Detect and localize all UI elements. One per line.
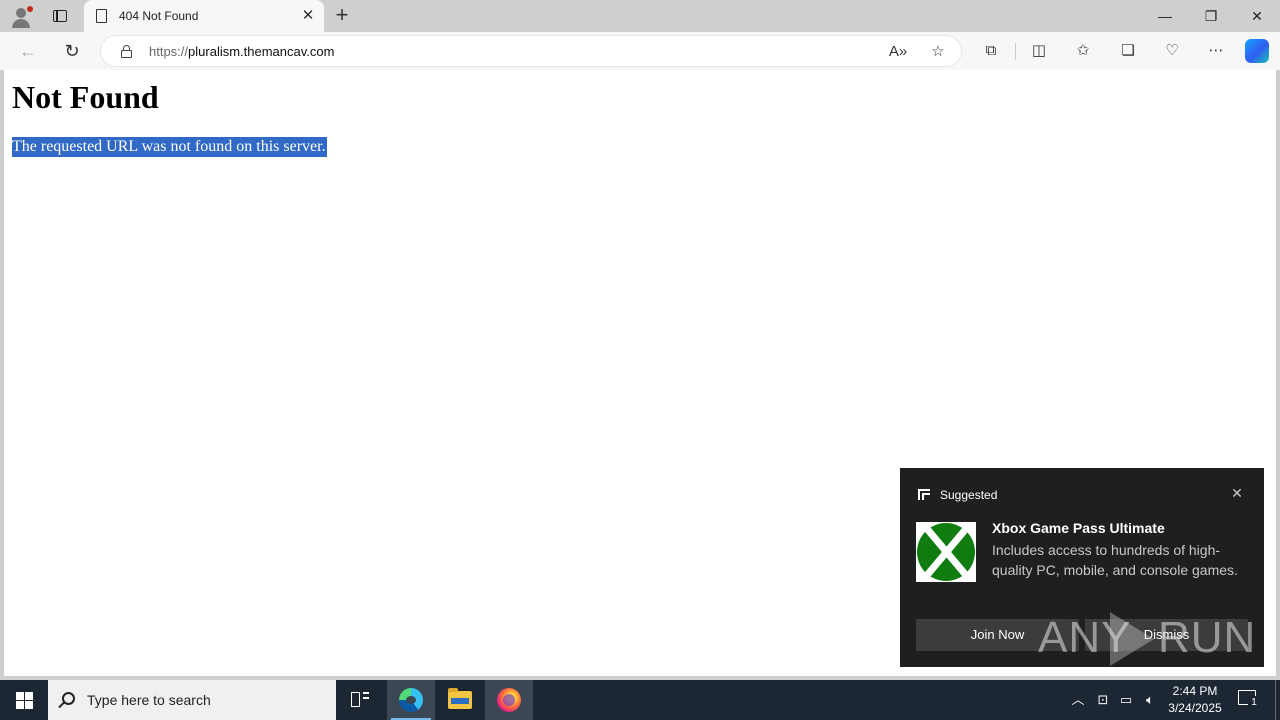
show-hidden-icons-chevron-icon[interactable]: ︿ xyxy=(1068,690,1088,710)
show-desktop-button[interactable] xyxy=(1275,680,1276,720)
system-clock[interactable]: 2:44 PM 3/24/2025 xyxy=(1166,683,1224,717)
url-host: pluralism.themancav.com xyxy=(188,44,335,59)
back-button[interactable]: ← xyxy=(14,37,42,65)
refresh-button[interactable]: ↻ xyxy=(58,37,86,65)
notification-count: 1 xyxy=(1248,696,1260,709)
restore-button[interactable]: ❐ xyxy=(1188,0,1234,32)
profile-body-shape xyxy=(12,19,30,28)
clock-date: 3/24/2025 xyxy=(1168,701,1222,715)
favorite-star-icon[interactable]: ☆ xyxy=(927,41,949,63)
volume-icon[interactable]: 🔈︎ xyxy=(1140,690,1160,710)
address-bar[interactable]: https://pluralism.themancav.com A» ☆ xyxy=(100,35,962,67)
notification-header: Suggested xyxy=(940,488,998,502)
network-icon[interactable]: ▭ xyxy=(1116,690,1136,710)
browser-toolbar: ← ↻ https://pluralism.themancav.com A» ☆… xyxy=(0,32,1280,70)
extensions-icon[interactable]: ⧉ xyxy=(978,38,1004,64)
file-explorer-icon xyxy=(448,688,472,709)
profile-head-shape xyxy=(16,8,26,18)
tab-active[interactable]: 404 Not Found ✕ xyxy=(84,0,324,32)
page-icon xyxy=(96,9,107,23)
read-aloud-icon[interactable]: A» xyxy=(887,41,909,63)
tab-strip: 404 Not Found ✕ + — ❐ ✕ xyxy=(0,0,1280,32)
url-text[interactable]: https://pluralism.themancav.com xyxy=(149,44,334,59)
minimize-button[interactable]: — xyxy=(1142,0,1188,32)
notification-title: Xbox Game Pass Ultimate xyxy=(992,520,1165,536)
notification-close-icon[interactable]: ✕ xyxy=(1228,484,1246,502)
tab-actions-menu-icon[interactable] xyxy=(46,4,74,28)
tab-title: 404 Not Found xyxy=(119,9,199,23)
taskbar-file-explorer[interactable] xyxy=(436,680,484,720)
meet-now-icon[interactable]: ⊡ xyxy=(1093,690,1113,710)
clock-time: 2:44 PM xyxy=(1172,684,1218,698)
taskbar-edge[interactable] xyxy=(387,680,435,720)
more-options-icon[interactable]: ⋯ xyxy=(1203,38,1229,64)
favorites-icon[interactable]: ✩ xyxy=(1070,38,1096,64)
error-message-selected: The requested URL was not found on this … xyxy=(12,137,327,157)
browser-essentials-icon[interactable]: ♡ xyxy=(1159,38,1185,64)
new-tab-button[interactable]: + xyxy=(330,4,354,28)
suggested-icon xyxy=(918,489,930,500)
watermark-right-text: RUN xyxy=(1158,613,1257,662)
action-center-button[interactable]: 1 xyxy=(1238,690,1260,710)
windows-logo-icon xyxy=(16,692,24,700)
profile-avatar[interactable] xyxy=(8,4,34,28)
taskbar: Type here to search ︿ ⊡ ▭ 🔈︎ 2:44 PM 3/2… xyxy=(0,680,1280,720)
close-window-button[interactable]: ✕ xyxy=(1234,0,1280,32)
xbox-logo-icon xyxy=(916,522,976,582)
toolbar-divider xyxy=(1015,43,1016,60)
taskbar-firefox[interactable] xyxy=(485,680,533,720)
search-placeholder: Type here to search xyxy=(87,692,211,708)
profile-status-dot xyxy=(27,6,33,12)
task-view-button[interactable] xyxy=(336,680,384,720)
lock-icon[interactable] xyxy=(121,45,132,58)
task-view-icon xyxy=(351,692,369,708)
taskbar-search-box[interactable]: Type here to search xyxy=(48,680,336,720)
notification-body: Includes access to hundreds of high-qual… xyxy=(992,542,1238,578)
start-button[interactable] xyxy=(0,680,48,720)
edge-icon xyxy=(399,688,423,712)
tab-close-icon[interactable]: ✕ xyxy=(300,8,316,24)
collections-icon[interactable]: ❏ xyxy=(1115,38,1141,64)
split-screen-icon[interactable]: ◫ xyxy=(1026,38,1052,64)
url-protocol: https:// xyxy=(149,44,189,59)
page-heading: Not Found xyxy=(12,79,159,115)
search-icon xyxy=(62,692,75,705)
copilot-icon[interactable] xyxy=(1245,39,1269,63)
firefox-icon xyxy=(497,688,521,712)
anyrun-watermark: ANY RUN xyxy=(1038,608,1255,668)
watermark-play-icon xyxy=(1110,612,1154,666)
